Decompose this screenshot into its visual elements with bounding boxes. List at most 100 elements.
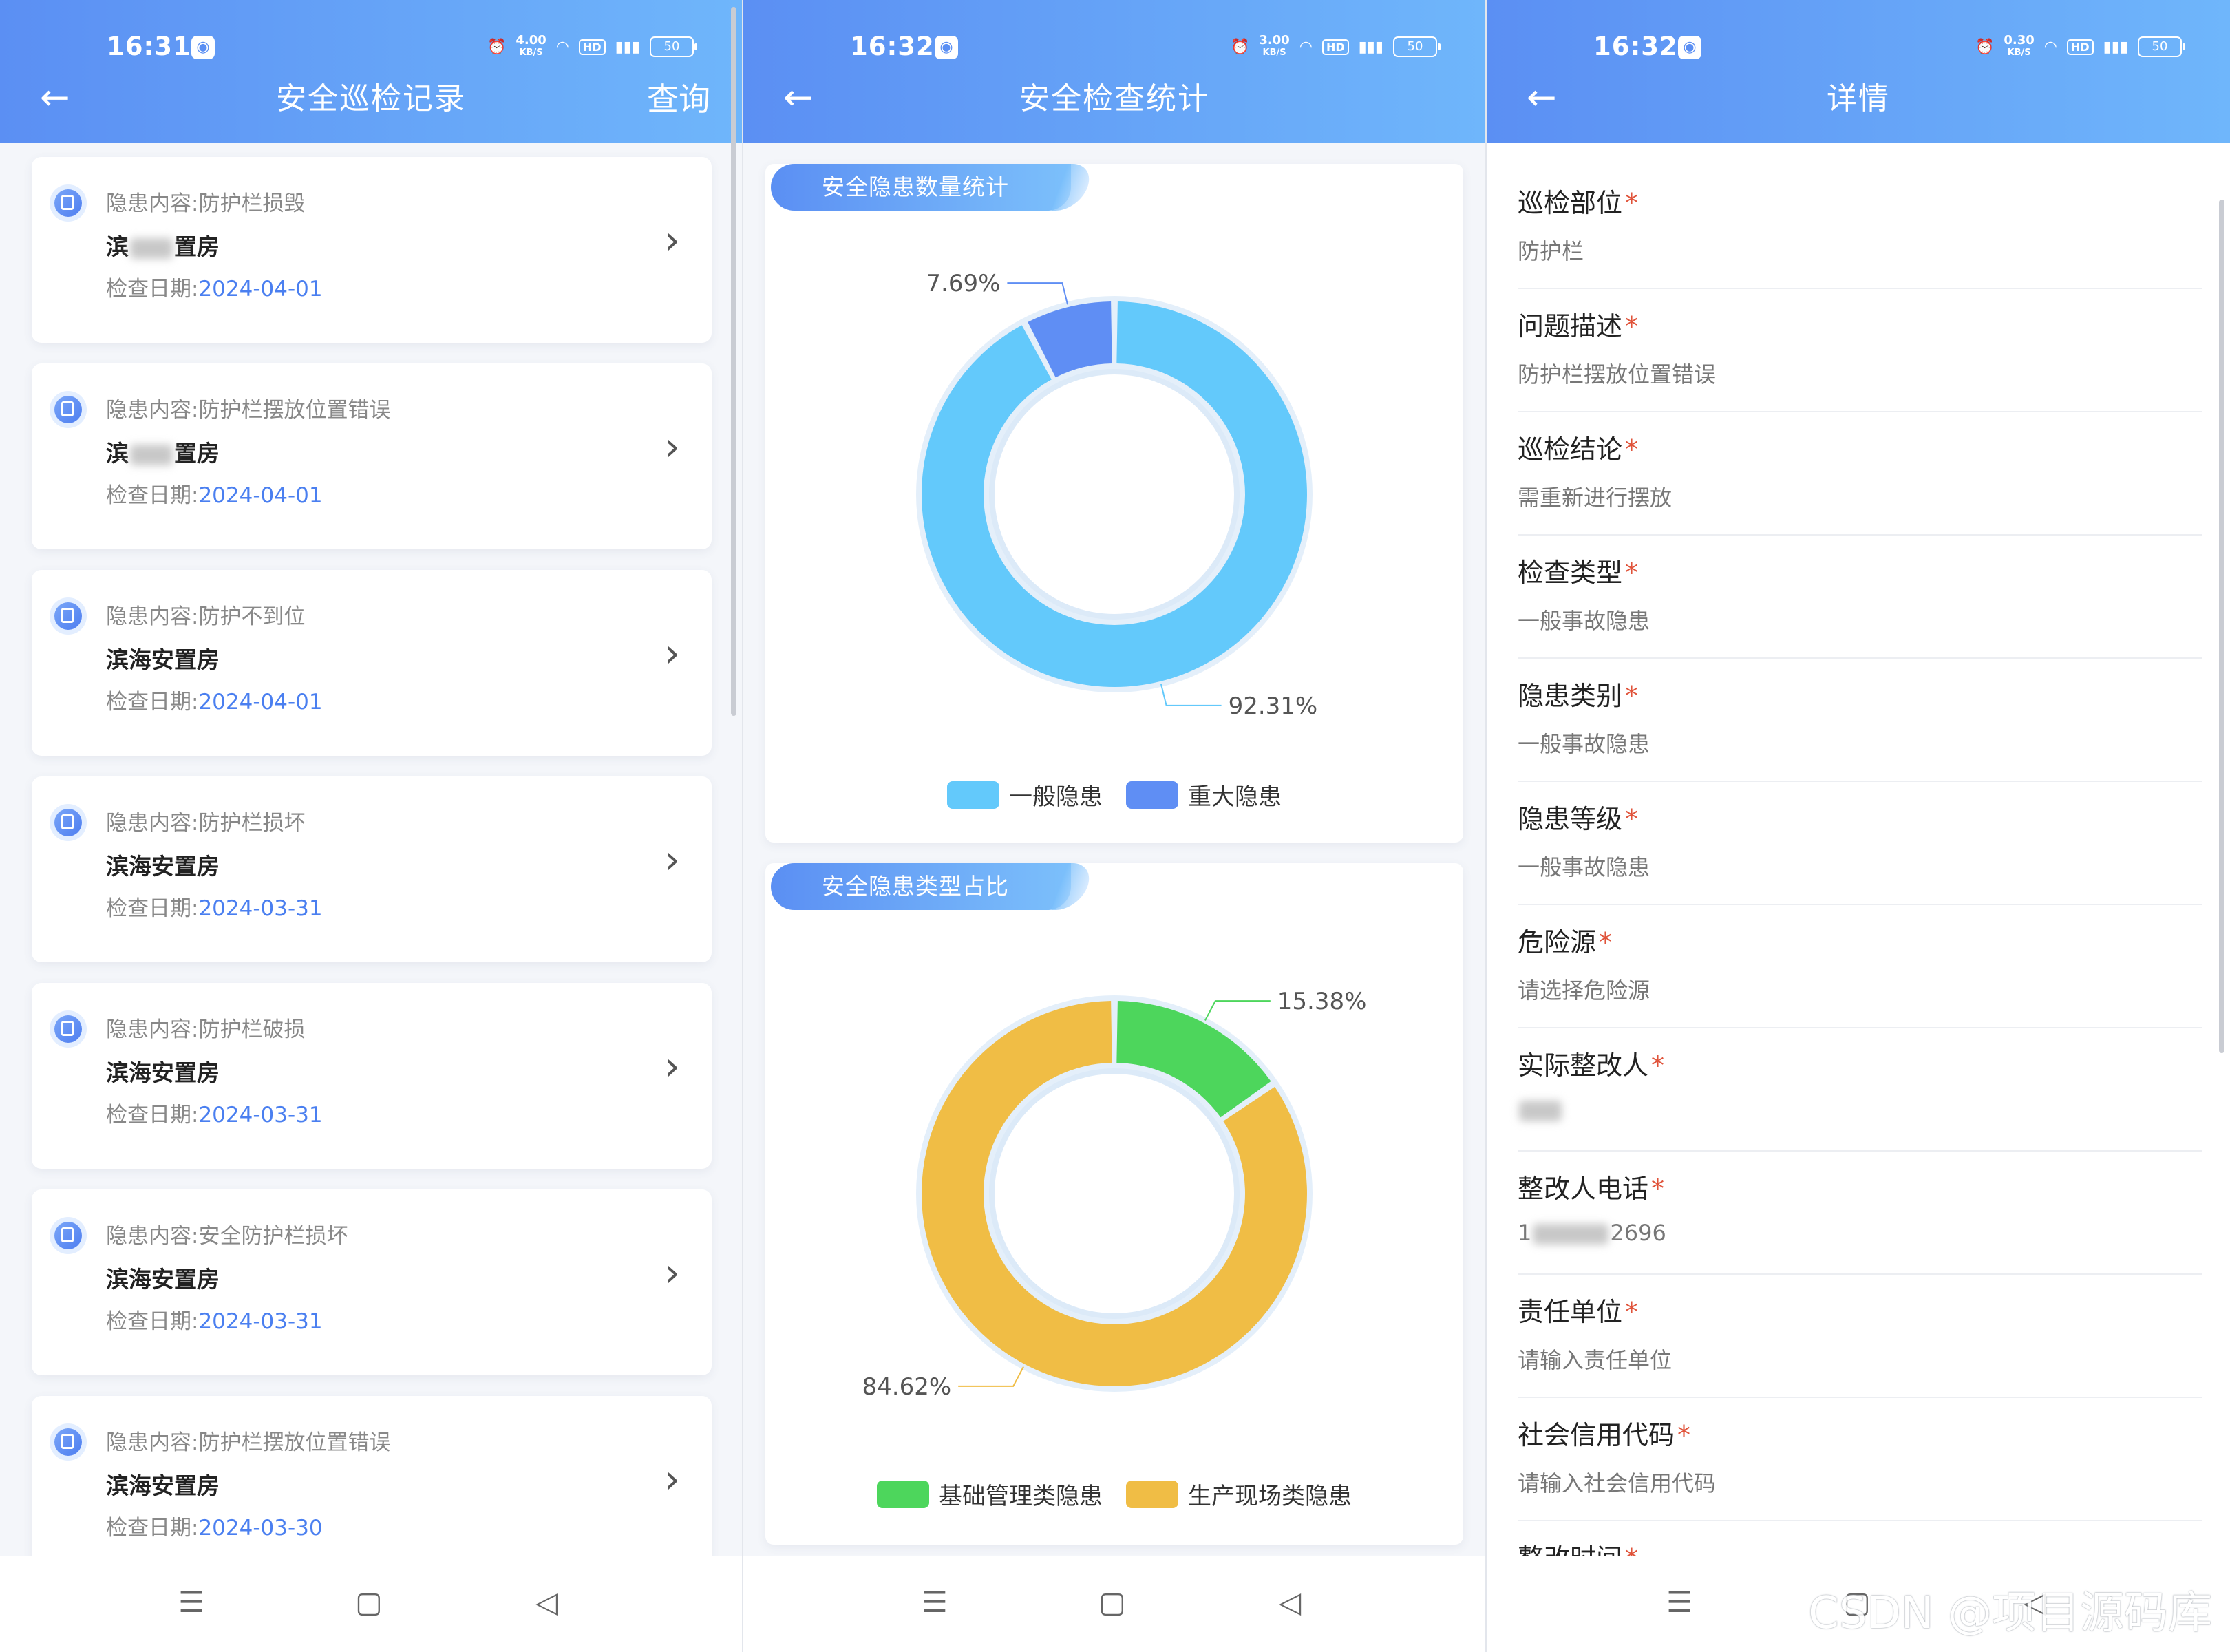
field-value[interactable]: 一般事故隐患 [1518, 604, 1650, 635]
chevron-right-icon: › [664, 1044, 680, 1089]
app-notification-icon: ◉ [935, 36, 958, 59]
query-button[interactable]: 查询 [647, 78, 710, 120]
home-icon[interactable]: ▢ [352, 1586, 385, 1619]
record-date: 检查日期:2024-03-31 [106, 896, 323, 921]
slice-label-line [1007, 282, 1069, 305]
page-title: 安全巡检记录 [276, 81, 466, 116]
slice-label: 92.31% [1229, 692, 1318, 720]
page-title: 安全检查统计 [1019, 81, 1209, 116]
chart-legend: 基础管理类隐患 生产现场类隐患 [765, 1477, 1463, 1511]
detail-field[interactable]: 社会信用代码 * 请输入社会信用代码 [1518, 1397, 2202, 1521]
field-label: 检查类型 * [1518, 558, 1639, 588]
detail-field[interactable]: 巡检部位 * 防护栏 [1518, 165, 2202, 289]
field-value[interactable]: 一般事故隐患 [1518, 727, 1650, 759]
hd-icon: HD [1322, 39, 1349, 55]
record-content: 隐患内容:安全防护栏损坏 [106, 1224, 348, 1249]
record-card[interactable]: 隐患内容:防护栏摆放位置错误滨置房 检查日期:2024-04-01 › [32, 363, 712, 549]
record-card[interactable]: 隐患内容:防护栏破损 滨海安置房 检查日期:2024-03-31 › [32, 983, 712, 1169]
document-icon [50, 184, 87, 222]
document-icon [50, 391, 87, 428]
chevron-right-icon: › [664, 838, 680, 882]
home-icon[interactable]: ▢ [1096, 1586, 1129, 1619]
legend-swatch [877, 1480, 929, 1508]
back-triangle-icon[interactable]: ◁ [530, 1586, 563, 1619]
signal-icon: ▮▮▮ [1358, 38, 1383, 56]
required-mark: * [1599, 927, 1613, 957]
redacted-text [1533, 1224, 1609, 1245]
record-card[interactable]: 隐患内容:防护栏损毁滨置房 检查日期:2024-04-01 › [32, 157, 712, 343]
redacted-text [130, 444, 173, 465]
scrollbar[interactable] [731, 7, 736, 716]
legend-item[interactable]: 重大隐患 [1126, 778, 1282, 812]
detail-field[interactable]: 问题描述 * 防护栏摆放位置错误 [1518, 288, 2202, 412]
record-card[interactable]: 隐患内容:防护栏损坏 滨海安置房 检查日期:2024-03-31 › [32, 776, 712, 962]
battery-icon: 50 [650, 36, 697, 57]
menu-icon[interactable]: ☰ [918, 1586, 951, 1619]
field-label: 隐患等级 * [1518, 804, 1639, 834]
record-place: 滨置房 [106, 440, 220, 467]
alarm-icon: ⏰ [487, 38, 507, 56]
record-content: 隐患内容:防护栏摆放位置错误 [106, 398, 391, 423]
required-mark: * [1625, 188, 1639, 218]
chevron-right-icon: › [664, 425, 680, 469]
field-value[interactable] [1518, 1097, 1563, 1123]
detail-field[interactable]: 实际整改人 * [1518, 1028, 2202, 1152]
required-mark: * [1625, 558, 1639, 588]
menu-icon[interactable]: ☰ [1663, 1586, 1696, 1619]
record-content: 隐患内容:防护栏损坏 [106, 811, 306, 836]
field-label: 危险源 * [1518, 927, 1613, 957]
chevron-right-icon: › [664, 1457, 680, 1502]
record-place: 滨海安置房 [106, 1059, 220, 1086]
record-card[interactable]: 隐患内容:安全防护栏损坏 滨海安置房 检查日期:2024-03-31 › [32, 1189, 712, 1375]
field-value[interactable]: 防护栏摆放位置错误 [1518, 357, 1716, 389]
detail-field[interactable]: 责任单位 * 请输入责任单位 [1518, 1274, 2202, 1398]
field-label: 巡检结论 * [1518, 434, 1639, 465]
chart-card-title: 安全隐患数量统计 [771, 164, 1071, 211]
field-value[interactable]: 请输入责任单位 [1518, 1343, 1672, 1375]
required-mark: * [1651, 1050, 1665, 1081]
field-value[interactable]: 请选择危险源 [1518, 973, 1650, 1005]
field-label: 实际整改人 * [1518, 1050, 1665, 1081]
chevron-right-icon: › [664, 218, 680, 263]
menu-icon[interactable]: ☰ [175, 1586, 208, 1619]
detail-field[interactable]: 隐患等级 * 一般事故隐患 [1518, 781, 2202, 905]
detail-field[interactable]: 检查类型 * 一般事故隐患 [1518, 535, 2202, 659]
legend-item[interactable]: 生产现场类隐患 [1126, 1477, 1352, 1511]
status-icons: ⏰ 3.00 KB/S ◠ HD ▮▮▮ 50 [1231, 33, 1441, 61]
field-label: 整改人电话 * [1518, 1174, 1665, 1204]
record-card[interactable]: 隐患内容:防护不到位 滨海安置房 检查日期:2024-04-01 › [32, 570, 712, 756]
system-nav-bar: ☰ ▢ ◁ [743, 1556, 1485, 1652]
field-value[interactable]: 一般事故隐患 [1518, 850, 1650, 882]
record-date: 检查日期:2024-03-31 [106, 1309, 323, 1334]
detail-field[interactable]: 隐患类别 * 一般事故隐患 [1518, 658, 2202, 782]
wifi-icon: ◠ [555, 38, 569, 56]
record-content: 隐患内容:防护不到位 [106, 604, 306, 629]
field-value[interactable]: 请输入社会信用代码 [1518, 1466, 1716, 1498]
detail-field[interactable]: 危险源 * 请选择危险源 [1518, 904, 2202, 1028]
field-label: 责任单位 * [1518, 1297, 1639, 1327]
slice-label: 7.69% [926, 270, 1000, 297]
legend-item[interactable]: 一般隐患 [947, 778, 1103, 812]
donut-chart-count: 7.69% 92.31% [916, 270, 1318, 720]
document-icon [50, 1423, 87, 1461]
network-speed: 4.00 KB/S [516, 33, 546, 59]
watermark: CSDN @项目源码库 [1808, 1588, 2212, 1639]
detail-field[interactable]: 整改时间* [1518, 1521, 2202, 1556]
record-card[interactable]: 隐患内容:防护栏摆放位置错误 滨海安置房 检查日期:2024-03-30 › [32, 1396, 712, 1582]
scrollbar[interactable] [2219, 200, 2224, 1053]
required-mark: * [1625, 1297, 1639, 1327]
field-value[interactable]: 需重新进行摆放 [1518, 480, 1672, 512]
detail-field[interactable]: 巡检结论 * 需重新进行摆放 [1518, 412, 2202, 536]
system-nav-bar: ☰ ▢ ◁ CSDN @项目源码库 [1487, 1556, 2230, 1652]
detail-field[interactable]: 整改人电话 * 1 2696 [1518, 1151, 2202, 1275]
legend-label: 基础管理类隐患 [939, 1483, 1103, 1510]
legend-swatch [1126, 781, 1178, 809]
legend-item[interactable]: 基础管理类隐患 [877, 1477, 1103, 1511]
field-value[interactable]: 1 2696 [1518, 1220, 1666, 1246]
chart-card-title: 安全隐患类型占比 [771, 863, 1071, 910]
record-content: 隐患内容:防护栏损毁 [106, 191, 306, 216]
system-nav-bar: ☰ ▢ ◁ [0, 1556, 742, 1652]
back-triangle-icon[interactable]: ◁ [1273, 1586, 1306, 1619]
field-value[interactable]: 防护栏 [1518, 234, 1584, 266]
donut-hole [995, 1074, 1234, 1313]
